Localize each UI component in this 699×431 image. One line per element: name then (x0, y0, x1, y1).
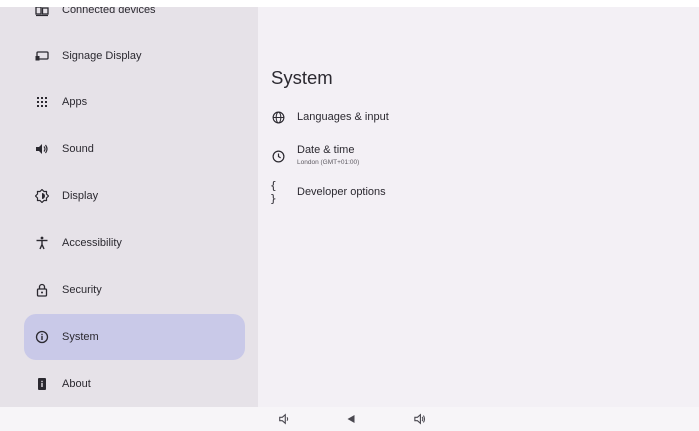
sidebar-item-label: Signage Display (62, 50, 142, 62)
sidebar-item-label: Connected devices (62, 7, 156, 16)
settings-sidebar: Connected devices Signage Display Apps S… (0, 7, 258, 407)
sidebar-item-label: System (62, 331, 99, 343)
languages-input-row[interactable]: Languages & input (258, 105, 699, 129)
apps-grid-icon (34, 94, 50, 110)
sidebar-item-label: Security (62, 284, 102, 296)
status-bar (0, 0, 699, 7)
info-icon (34, 329, 50, 345)
sidebar-item-sound[interactable]: Sound (24, 126, 245, 172)
row-title: Date & time (297, 144, 355, 156)
connected-devices-icon (34, 7, 50, 18)
system-settings-panel: System Languages & input Date & time Lon… (258, 7, 699, 407)
sidebar-item-accessibility[interactable]: Accessibility (24, 220, 245, 266)
lock-icon (34, 282, 50, 298)
developer-options-row[interactable]: { } Developer options (258, 179, 699, 205)
row-subtitle: London (GMT+01:00) (297, 159, 360, 166)
sidebar-item-system[interactable]: System (24, 314, 245, 360)
sidebar-item-apps[interactable]: Apps (24, 79, 245, 125)
device-info-icon (34, 376, 50, 392)
sidebar-item-signage-display[interactable]: Signage Display (24, 33, 245, 79)
row-title: Languages & input (297, 111, 389, 123)
sidebar-item-display[interactable]: Display (24, 173, 245, 219)
sidebar-item-label: Accessibility (62, 237, 122, 249)
date-time-row[interactable]: Date & time London (GMT+01:00) (258, 140, 699, 170)
sidebar-item-connected-devices[interactable]: Connected devices (24, 7, 245, 33)
sidebar-item-label: Sound (62, 143, 94, 155)
accessibility-icon (34, 235, 50, 251)
sidebar-item-label: Display (62, 190, 99, 202)
settings-screen: Connected devices Signage Display Apps S… (0, 0, 699, 431)
volume-down-icon[interactable] (276, 411, 292, 427)
page-title: System (271, 67, 333, 88)
display-screen-icon (34, 48, 50, 64)
sidebar-item-label: Apps (62, 96, 88, 108)
globe-icon (270, 109, 286, 125)
sidebar-item-about[interactable]: About (24, 361, 245, 407)
back-icon[interactable] (343, 411, 359, 427)
volume-up-icon[interactable] (412, 411, 428, 427)
sidebar-item-security[interactable]: Security (24, 267, 245, 313)
sidebar-item-label: About (62, 378, 91, 390)
brightness-icon (34, 188, 50, 204)
row-title: Developer options (297, 186, 386, 198)
system-navigation-bar (0, 407, 699, 431)
speaker-icon (34, 141, 50, 157)
clock-icon (270, 148, 286, 164)
braces-icon: { } (270, 179, 277, 205)
